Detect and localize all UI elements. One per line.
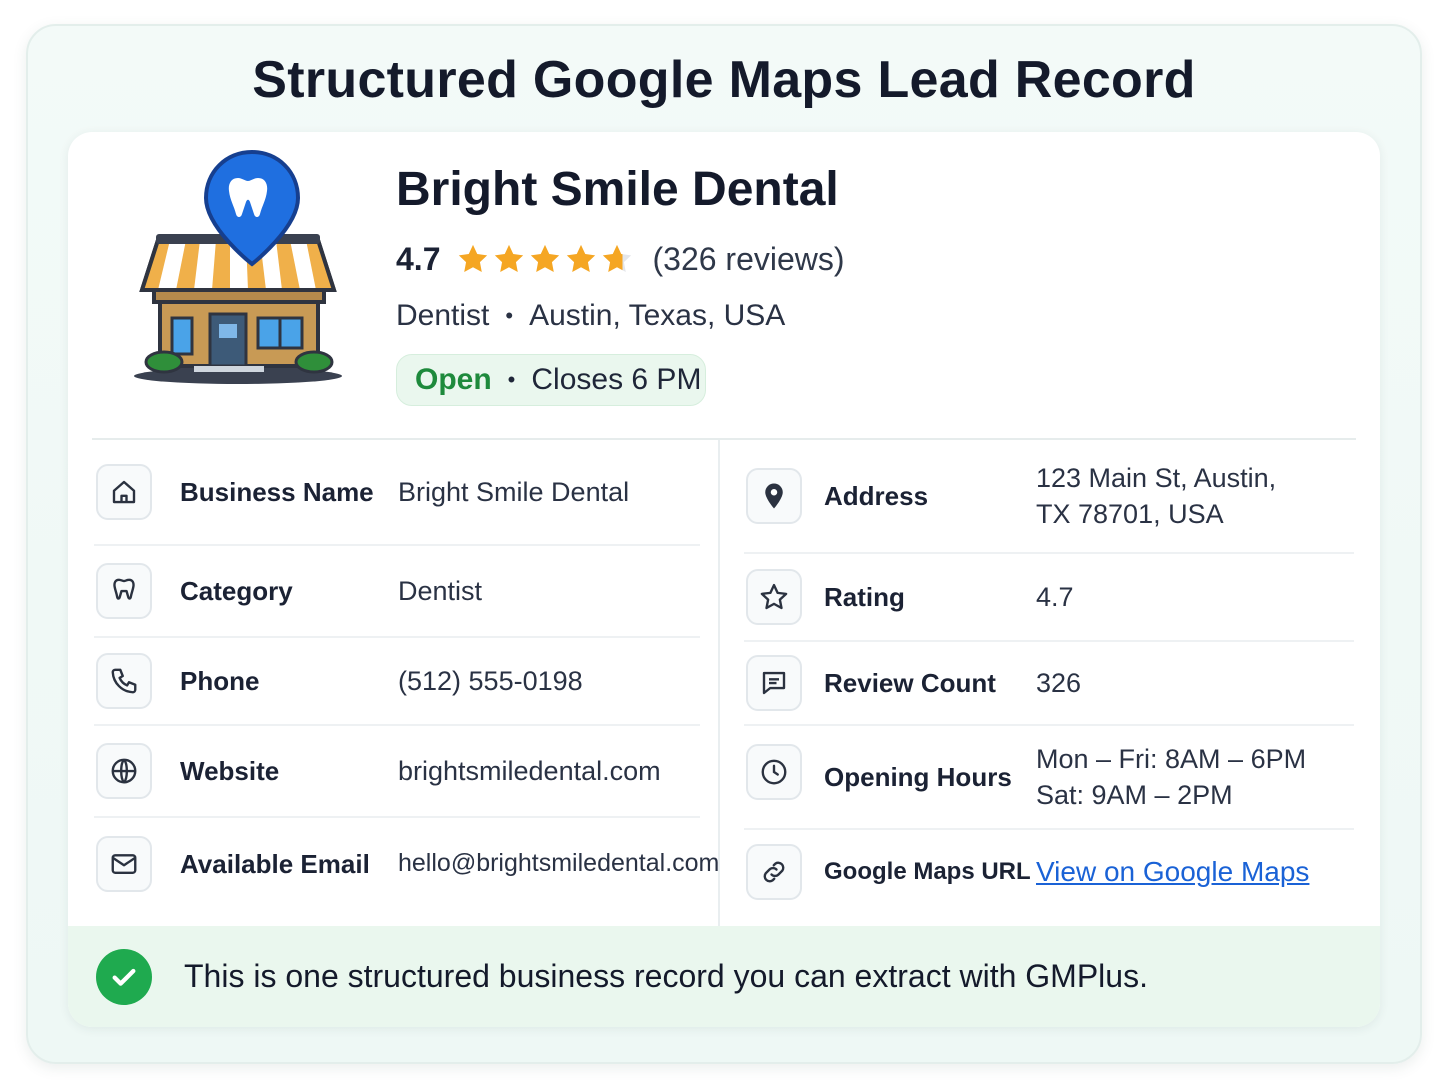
- details-right-column: Address 123 Main St, Austin, TX 78701, U…: [744, 440, 1354, 914]
- field-row: Available Email hello@brightsmiledental.…: [94, 818, 719, 910]
- field-label: Review Count: [824, 667, 996, 698]
- star-full-icon: [459, 244, 488, 273]
- field-label: Address: [824, 480, 929, 511]
- mail-icon: [96, 836, 152, 892]
- star-rating: [456, 242, 634, 276]
- review-count-text: (326 reviews): [652, 240, 845, 277]
- storefront-illustration: [134, 149, 342, 384]
- field-label: Website: [180, 755, 280, 786]
- phone-icon: [96, 653, 152, 709]
- star-icon: [746, 569, 802, 625]
- tooth-icon: [96, 563, 152, 619]
- open-status-text: Open: [415, 363, 492, 396]
- star-full-icon: [567, 244, 596, 273]
- google-maps-link[interactable]: View on Google Maps: [1036, 853, 1309, 891]
- field-label: Opening Hours: [824, 761, 1012, 792]
- home-icon: [96, 464, 152, 520]
- field-row: Phone (512) 555-0198: [94, 638, 700, 726]
- field-label: Google Maps URL: [824, 858, 1031, 885]
- field-value: Bright Smile Dental: [398, 476, 630, 507]
- hours-weekdays: Mon – Fri: 8AM – 6PM: [1036, 743, 1307, 774]
- globe-icon: [96, 743, 152, 799]
- field-row: Review Count 326: [744, 642, 1354, 726]
- address-value: 123 Main St, Austin, TX 78701, USA: [1036, 460, 1276, 532]
- field-label: Business Name: [180, 476, 374, 507]
- business-card: Bright Smile Dental 4.7 (326 reviews) De…: [68, 132, 1380, 1027]
- field-value: Dentist: [398, 575, 483, 606]
- field-label: Phone: [180, 665, 260, 696]
- star-full-icon: [495, 244, 524, 273]
- link-icon: [746, 844, 802, 900]
- map-pin-icon: [746, 468, 802, 524]
- business-name-heading: Bright Smile Dental: [396, 163, 839, 216]
- star-partial-icon: [603, 244, 632, 273]
- website-value[interactable]: brightsmiledental.com: [398, 753, 661, 789]
- address-line-1: 123 Main St, Austin,: [1036, 462, 1277, 493]
- field-value: 326: [1036, 667, 1082, 698]
- closing-time-text: Closes 6 PM: [531, 363, 702, 396]
- location-text: Austin, Texas, USA: [529, 299, 786, 332]
- field-value: 4.7: [1036, 581, 1074, 612]
- open-status-badge: Open • Closes 6 PM: [396, 354, 706, 406]
- rating-summary: 4.7 (326 reviews): [396, 238, 845, 280]
- category-location: Dentist • Austin, Texas, USA: [396, 296, 785, 336]
- chat-icon: [746, 655, 802, 711]
- field-row: Google Maps URL View on Google Maps: [744, 830, 1354, 914]
- phone-value[interactable]: (512) 555-0198: [398, 663, 583, 699]
- footer-message: This is one structured business record y…: [184, 958, 1148, 994]
- footer-banner: This is one structured business record y…: [68, 926, 1380, 1027]
- field-row: Business Name Bright Smile Dental: [94, 440, 700, 546]
- field-label: Rating: [824, 581, 905, 612]
- category-text: Dentist: [396, 299, 490, 332]
- field-label: Available Email: [180, 848, 370, 879]
- page-title: Structured Google Maps Lead Record: [252, 51, 1196, 109]
- field-row: Rating 4.7: [744, 554, 1354, 642]
- separator-dot: •: [505, 303, 514, 328]
- clock-icon: [746, 744, 802, 800]
- field-row: Address 123 Main St, Austin, TX 78701, U…: [744, 440, 1354, 554]
- field-row: Category Dentist: [94, 546, 700, 638]
- star-full-icon: [531, 244, 560, 273]
- separator-dot: •: [507, 367, 516, 392]
- field-label: Category: [180, 575, 293, 606]
- field-row: Website brightsmiledental.com: [94, 726, 700, 818]
- check-circle-icon: [96, 948, 152, 1005]
- details-left-column: Business Name Bright Smile Dental Catego…: [94, 440, 719, 910]
- rating-value: 4.7: [396, 240, 441, 277]
- hours-value: Mon – Fri: 8AM – 6PM Sat: 9AM – 2PM: [1036, 741, 1306, 813]
- field-row: Opening Hours Mon – Fri: 8AM – 6PM Sat: …: [744, 726, 1354, 830]
- hours-saturday: Sat: 9AM – 2PM: [1036, 780, 1233, 810]
- email-value[interactable]: hello@brightsmiledental.com: [398, 847, 719, 881]
- address-line-2: TX 78701, USA: [1036, 499, 1224, 529]
